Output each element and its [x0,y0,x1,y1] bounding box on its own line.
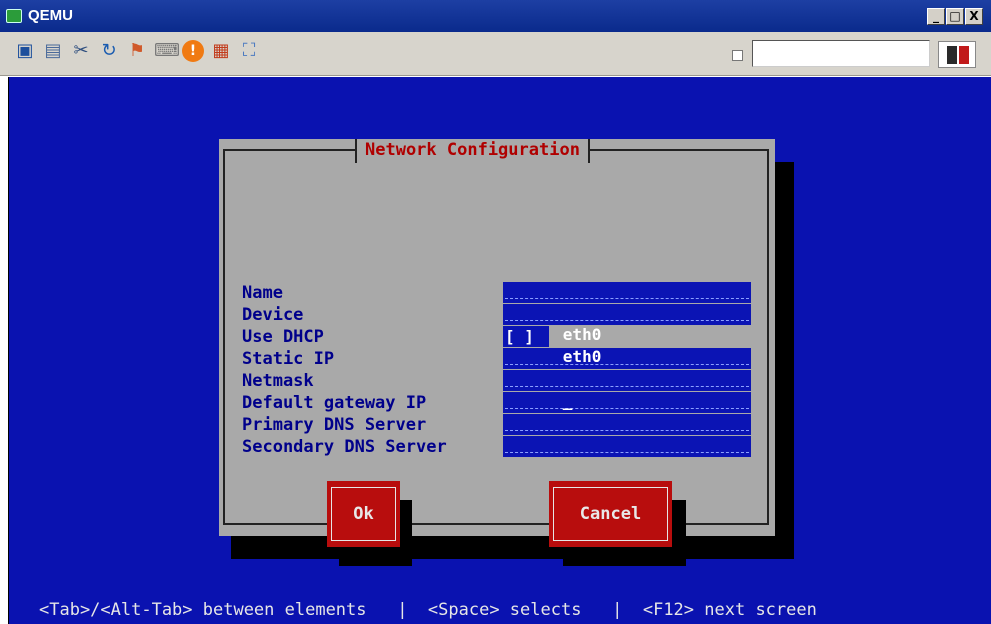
ok-button-label: Ok [331,487,396,541]
field-underline [505,364,749,365]
default-gateway-field[interactable] [503,392,751,413]
refresh-icon[interactable]: ↻ [98,40,120,62]
name-label: Name [242,283,283,303]
maximize-button[interactable]: □ [946,8,964,25]
flag-icon[interactable] [938,41,976,68]
name-field-value: eth0 [562,325,602,344]
toolbar-input[interactable] [752,40,930,67]
ok-button[interactable]: Ok [327,481,400,547]
netmask-label: Netmask [242,371,314,391]
device-field-value: eth0 [562,347,602,366]
dialog-title: Network Configuration [355,139,590,163]
device-label: Device [242,305,304,325]
secondary-dns-label: Secondary DNS Server [242,437,447,457]
field-underline [505,298,749,299]
network-icon[interactable]: ▦ [210,40,232,62]
keyboard-icon[interactable]: ⌨ [154,40,180,62]
use-dhcp-label: Use DHCP [242,327,324,347]
field-underline [505,430,749,431]
window-titlebar: QEMU _ □ X [0,0,991,32]
cancel-button[interactable]: Cancel [549,481,672,547]
alert-icon[interactable]: ! [182,40,204,62]
secondary-dns-field[interactable] [503,436,751,457]
field-underline [505,320,749,321]
help-statusbar: <Tab>/<Alt-Tab> between elements | <Spac… [39,600,817,620]
name-field[interactable]: eth0 [503,282,751,344]
qemu-app-icon [6,9,22,23]
flag-stripe-dark [947,46,957,64]
close-button[interactable]: X [965,8,983,25]
monitor-icon[interactable]: ▣ [14,40,36,62]
primary-dns-field[interactable] [503,414,751,435]
cancel-button-label: Cancel [553,487,668,541]
field-underline [505,452,749,453]
primary-dns-label: Primary DNS Server [242,415,427,435]
static-ip-field[interactable]: _ [503,348,751,410]
device-field[interactable]: eth0 [503,304,751,366]
field-underline [505,386,749,387]
netmask-field[interactable] [503,370,751,391]
network-config-dialog: Network Configuration Name Device Use DH… [219,139,775,566]
toolbar: ▣ ▤ ✂ ↻ ⚑ ⌨ ! ▦ ⛶ [0,32,991,76]
window-title: QEMU [28,7,73,24]
console-screen: Network Configuration Name Device Use DH… [8,77,991,624]
fullscreen-icon[interactable]: ⛶ [238,40,260,62]
windows-flag-icon[interactable]: ⚑ [126,40,148,62]
toolbar-checkbox[interactable] [732,50,743,61]
static-ip-field-value: _ [562,391,573,410]
window-icon[interactable]: ▤ [42,40,64,62]
use-dhcp-checkbox[interactable]: [ ] [503,326,549,347]
flag-stripe-red [959,46,969,64]
minimize-button[interactable]: _ [927,8,945,25]
tools-icon[interactable]: ✂ [70,40,92,62]
field-underline [505,408,749,409]
static-ip-label: Static IP [242,349,335,369]
default-gateway-label: Default gateway IP [242,393,427,413]
